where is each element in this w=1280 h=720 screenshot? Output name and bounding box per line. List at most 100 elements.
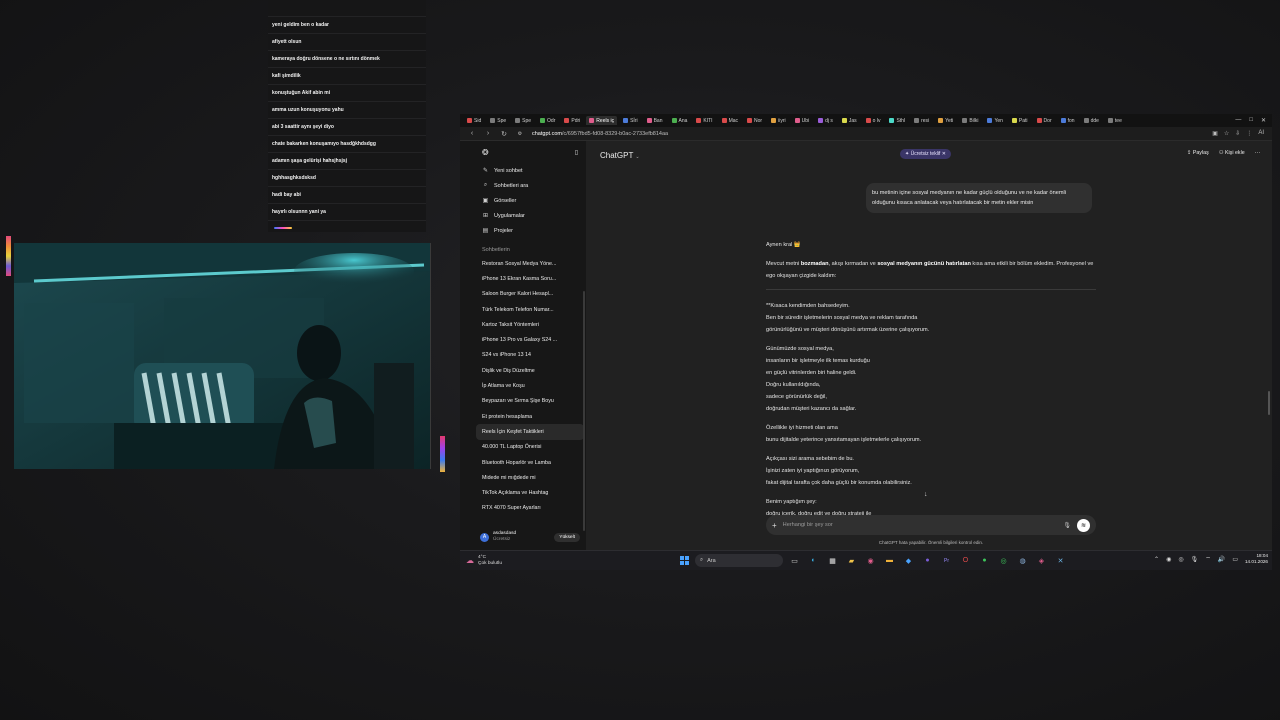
model-selector[interactable]: ChatGPT ⌄ xyxy=(600,151,640,160)
tray-app-icon[interactable]: ◎ xyxy=(1178,556,1183,563)
download-icon[interactable]: ⇩ xyxy=(1235,130,1240,137)
browser-tab[interactable]: Dor xyxy=(1034,116,1055,125)
browser-icon[interactable]: ◉ xyxy=(865,555,876,566)
chat-history-item[interactable]: Restoran Sosyal Medya Yöne... xyxy=(476,256,584,271)
browser-tab[interactable]: Ana xyxy=(669,116,691,125)
sidebar-item[interactable]: ▤ Projeler xyxy=(476,223,584,238)
chat-history-item[interactable]: Türk Telekom Telefon Numar... xyxy=(476,302,584,317)
browser-tab[interactable]: dj s xyxy=(815,116,836,125)
sidebar-toggle-icon[interactable]: ▯ xyxy=(575,149,578,156)
sidebar-item[interactable]: ⊞ Uygulamalar xyxy=(476,208,584,223)
clock[interactable]: 18:04 14.01.2026 xyxy=(1245,553,1268,565)
browser-tab[interactable]: Spe xyxy=(487,116,509,125)
wifi-icon[interactable]: ⌔ xyxy=(1205,555,1211,563)
premiere-icon[interactable]: Pr xyxy=(941,555,952,566)
browser-tab[interactable]: tee xyxy=(1105,116,1125,125)
back-icon[interactable]: ‹ xyxy=(468,130,476,137)
edge-icon[interactable]: ◐ xyxy=(808,555,819,566)
app-icon[interactable]: ● xyxy=(922,555,933,566)
reload-icon[interactable]: ↻ xyxy=(500,130,508,138)
browser-tab[interactable]: Odr xyxy=(537,116,558,125)
battery-icon[interactable]: ▭ xyxy=(1232,556,1238,563)
browser-tab[interactable]: Nor xyxy=(744,116,765,125)
free-offer-badge[interactable]: ✦ Ücretsiz teklif ✕ xyxy=(900,149,951,159)
prompt-input[interactable]: Herhangi bir şey sor xyxy=(783,522,1058,528)
bookmark-icon[interactable]: ☆ xyxy=(1224,130,1229,137)
mic-icon[interactable]: 🎙 xyxy=(1191,556,1199,563)
browser-tab[interactable]: KITI xyxy=(693,116,715,125)
ai-button[interactable]: AI xyxy=(1258,130,1264,137)
browser-tab[interactable]: Jas xyxy=(839,116,860,125)
teams-icon[interactable]: ◆ xyxy=(903,555,914,566)
chat-history-item[interactable]: S24 vs iPhone 13 14 xyxy=(476,348,584,363)
browser-tab[interactable]: fon xyxy=(1058,116,1078,125)
more-icon[interactable]: ⋯ xyxy=(1255,150,1260,156)
sidebar-item[interactable]: ✎ Yeni sohbet xyxy=(476,163,584,178)
chat-history-item[interactable]: İp Atlama ve Koşu xyxy=(476,378,584,393)
weather-widget[interactable]: ☁ 4°C Çok bulutlu xyxy=(460,555,660,567)
chat-history-item[interactable]: iPhone 13 Pro vs Galaxy S24 ... xyxy=(476,332,584,347)
store-icon[interactable]: ▦ xyxy=(827,555,838,566)
opera-icon[interactable]: O xyxy=(960,555,971,566)
site-info-icon[interactable]: ⚙ xyxy=(516,131,524,137)
files-icon[interactable]: ▰ xyxy=(846,555,857,566)
chat-history-item[interactable]: Saloon Burger Kalori Hesapl... xyxy=(476,287,584,302)
browser-tab[interactable]: Yen xyxy=(984,116,1005,125)
chevron-up-icon[interactable]: ⌃ xyxy=(1154,556,1159,563)
browser-tab[interactable]: Ubi xyxy=(792,116,813,125)
taskbar-search[interactable]: ⌕ Ara xyxy=(695,554,783,567)
browser-tab[interactable]: Pati xyxy=(1009,116,1031,125)
browser-tab[interactable]: Sthl xyxy=(886,116,908,125)
browser-tab[interactable]: o lv xyxy=(863,116,884,125)
browser-tab[interactable]: Reels iç xyxy=(586,116,618,125)
browser-tab[interactable]: Bilki xyxy=(959,116,981,125)
task-view-icon[interactable]: ▭ xyxy=(789,555,800,566)
tray-app-icon[interactable]: ◉ xyxy=(1166,556,1171,563)
chat-history-item[interactable]: RTX 4070 Super Ayarları xyxy=(476,501,584,516)
chat-history-item[interactable]: Bluetooth Hoparlör ve Lamba xyxy=(476,455,584,470)
browser-tab[interactable]: iiyri xyxy=(768,116,789,125)
main-scrollbar[interactable] xyxy=(1268,391,1270,415)
steam-icon[interactable]: ◍ xyxy=(1017,555,1028,566)
minimize-icon[interactable]: — xyxy=(1235,117,1241,124)
voice-mode-icon[interactable]: ≋ xyxy=(1077,518,1090,532)
browser-tab[interactable]: Yeti xyxy=(935,116,956,125)
chat-history-item[interactable]: iPhone 13 Ekran Kasma Soru... xyxy=(476,271,584,286)
browser-tab[interactable]: Ban xyxy=(644,116,666,125)
start-icon[interactable] xyxy=(680,556,689,565)
chat-history-item[interactable]: Dişlik ve Diş Düzeltme xyxy=(476,363,584,378)
maximize-icon[interactable]: □ xyxy=(1249,117,1253,124)
url-field[interactable]: chatgpt.com/c/6957fbd5-fd08-8329-b0ac-27… xyxy=(532,131,668,137)
settings-icon[interactable]: ✕ xyxy=(1055,555,1066,566)
chat-history-item[interactable]: TikTok Açıklama ve Hashtag xyxy=(476,485,584,500)
user-profile[interactable]: A asdasdasd Ücretsiz Yükselt xyxy=(476,528,584,546)
chat-history-item[interactable]: Beypazarı ve Sırma Şişe Boyu xyxy=(476,394,584,409)
browser-tab[interactable]: Pdri xyxy=(561,116,583,125)
plus-icon[interactable]: + xyxy=(772,521,777,530)
chat-history-item[interactable]: Reels İçin Keşfet Taktikleri xyxy=(476,424,584,440)
browser-tab[interactable]: Spe xyxy=(512,116,534,125)
close-icon[interactable]: ✕ xyxy=(1261,117,1266,124)
volume-icon[interactable]: 🔊 xyxy=(1218,556,1225,563)
sidebar-item[interactable]: ▣ Görseller xyxy=(476,193,584,208)
add-person-button[interactable]: ⚇ Kişi ekle xyxy=(1219,150,1245,156)
browser-tab[interactable]: dde xyxy=(1081,116,1102,125)
sidebar-scrollbar[interactable] xyxy=(583,291,585,531)
whatsapp-icon[interactable]: ◎ xyxy=(998,555,1009,566)
mic-icon[interactable]: 🎙 xyxy=(1063,522,1071,529)
share-button[interactable]: ⇪ Paylaş xyxy=(1187,150,1209,156)
menu-icon[interactable]: ⋮ xyxy=(1246,130,1252,137)
browser-tab[interactable]: Mac xyxy=(719,116,741,125)
instagram-icon[interactable]: ◈ xyxy=(1036,555,1047,566)
chatgpt-logo-icon[interactable]: ❂ xyxy=(482,148,489,157)
folder-icon[interactable]: ▬ xyxy=(884,555,895,566)
browser-tab[interactable]: Sid xyxy=(464,116,484,125)
browser-tab[interactable]: Sİri xyxy=(620,116,641,125)
forward-icon[interactable]: › xyxy=(484,130,492,137)
spotify-icon[interactable]: ● xyxy=(979,555,990,566)
chat-history-item[interactable]: Et protein hesaplama xyxy=(476,409,584,424)
chat-history-item[interactable]: Midede mi mığdede mi xyxy=(476,470,584,485)
chat-history-item[interactable]: 40.000 TL Laptop Önerisi xyxy=(476,440,584,455)
scroll-down-icon[interactable]: ↓ xyxy=(924,491,928,498)
browser-tab[interactable]: resi xyxy=(911,116,932,125)
